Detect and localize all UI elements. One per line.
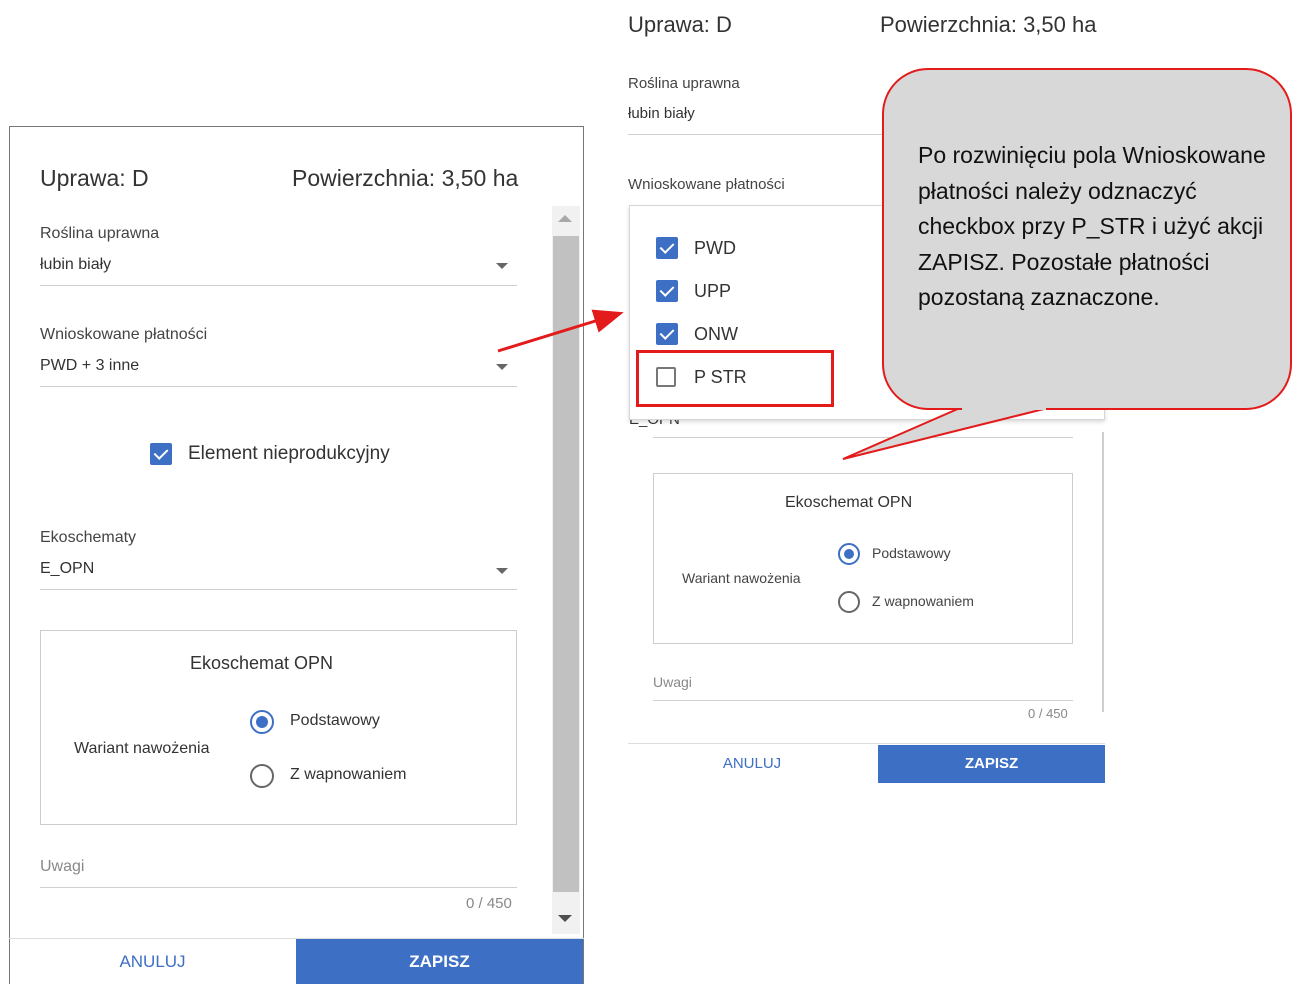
callout-text: Po rozwinięciu pola Wnioskowane płatnośc… (918, 142, 1266, 310)
callout-seam (962, 405, 1046, 410)
pointer-arrow-icon (497, 309, 624, 353)
callout-tail-icon (842, 407, 1049, 460)
